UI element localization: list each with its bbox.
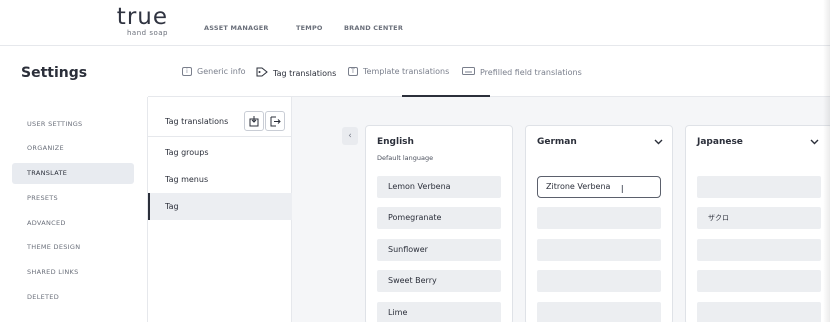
language-column-german: German Zitrone Verbena I — [525, 125, 673, 322]
translation-input[interactable] — [537, 239, 661, 261]
nav-brand-center[interactable]: BRAND CENTER — [344, 24, 403, 32]
window-edge-shadow — [823, 0, 830, 322]
translation-nav: Tag translations Tag groups Tag menus Ta… — [148, 97, 292, 322]
tab-label: Generic info — [197, 67, 246, 76]
translation-input-value: Zitrone Verbena — [546, 182, 611, 191]
translation-input[interactable] — [537, 302, 661, 322]
language-title: Japanese — [697, 137, 743, 147]
language-column-japanese: Japanese ザクロ — [685, 125, 830, 322]
translation-cell: Sweet Berry — [377, 270, 501, 292]
text-cursor-icon: I — [620, 183, 624, 196]
tag-icon — [256, 67, 268, 79]
translation-nav-title: Tag translations — [165, 117, 229, 126]
logo-main-text: true — [116, 4, 168, 30]
sidebar-item-deleted[interactable]: DELETED — [12, 287, 134, 308]
nav-item-tag-menus[interactable]: Tag menus — [148, 166, 292, 193]
sidebar-item-presets[interactable]: PRESETS — [12, 188, 134, 209]
export-icon — [270, 116, 281, 126]
translation-cell: Lime — [377, 302, 501, 322]
tab-label: Tag translations — [273, 68, 337, 78]
translation-input[interactable] — [697, 239, 821, 261]
translation-input[interactable]: Zitrone Verbena I — [537, 176, 661, 198]
tab-prefilled-field-translations[interactable]: Prefilled field translations — [462, 67, 582, 77]
chevron-left-icon: ‹ — [348, 131, 352, 141]
translation-input[interactable] — [697, 176, 821, 198]
info-icon: i — [182, 67, 192, 76]
default-language-label: Default language — [377, 154, 434, 162]
translation-cell: Lemon Verbena — [377, 176, 501, 198]
sidebar-item-organize[interactable]: ORGANIZE — [12, 138, 134, 159]
tab-generic-info[interactable]: i Generic info — [182, 67, 246, 76]
translation-input[interactable] — [697, 302, 821, 322]
collapse-button[interactable]: ‹ — [342, 127, 358, 145]
translation-input[interactable] — [537, 207, 661, 229]
page-title: Settings — [21, 65, 88, 81]
nav-item-tag[interactable]: Tag — [148, 193, 292, 220]
tab-tag-translations[interactable]: Tag translations — [256, 67, 336, 79]
chevron-down-icon[interactable] — [654, 138, 663, 148]
nav-asset-manager[interactable]: ASSET MANAGER — [204, 24, 269, 32]
settings-sidebar: USER SETTINGS ORGANIZE TRANSLATE PRESETS… — [0, 97, 148, 322]
tabs-bar: i Generic info Tag translations T Templa… — [148, 47, 830, 97]
brand-logo[interactable]: true hand soap — [116, 4, 168, 38]
translation-input[interactable] — [537, 270, 661, 292]
top-bar: true hand soap ASSET MANAGER TEMPO BRAND… — [0, 0, 830, 46]
sidebar-item-shared-links[interactable]: SHARED LINKS — [12, 262, 134, 283]
nav-item-tag-groups[interactable]: Tag groups — [148, 139, 292, 166]
translation-cell: Pomegranate — [377, 207, 501, 229]
logo-sub-text: hand soap — [127, 29, 168, 37]
import-button[interactable] — [244, 111, 264, 131]
sidebar-item-translate[interactable]: TRANSLATE — [12, 163, 134, 184]
sidebar-item-advanced[interactable]: ADVANCED — [12, 213, 134, 234]
language-title: German — [537, 137, 577, 147]
translation-nav-header: Tag translations — [148, 111, 292, 137]
keyboard-icon — [462, 67, 475, 77]
translation-input[interactable]: ザクロ — [697, 207, 821, 229]
tab-label: Prefilled field translations — [480, 67, 582, 77]
language-column-english: English Default language Lemon Verbena P… — [365, 125, 513, 322]
language-title: English — [377, 137, 414, 147]
nav-tempo[interactable]: TEMPO — [296, 24, 323, 32]
import-icon — [249, 115, 258, 126]
sidebar-item-user-settings[interactable]: USER SETTINGS — [12, 114, 134, 135]
chevron-down-icon[interactable] — [810, 138, 819, 148]
template-icon: T — [348, 67, 358, 76]
export-button[interactable] — [265, 111, 285, 131]
translation-cell: Sunflower — [377, 239, 501, 261]
translations-content: ‹ English Default language Lemon Verbena… — [292, 97, 830, 322]
tab-template-translations[interactable]: T Template translations — [348, 67, 449, 76]
sidebar-item-theme-design[interactable]: THEME DESIGN — [12, 237, 134, 258]
tab-label: Template translations — [363, 67, 450, 76]
translation-input[interactable] — [697, 270, 821, 292]
